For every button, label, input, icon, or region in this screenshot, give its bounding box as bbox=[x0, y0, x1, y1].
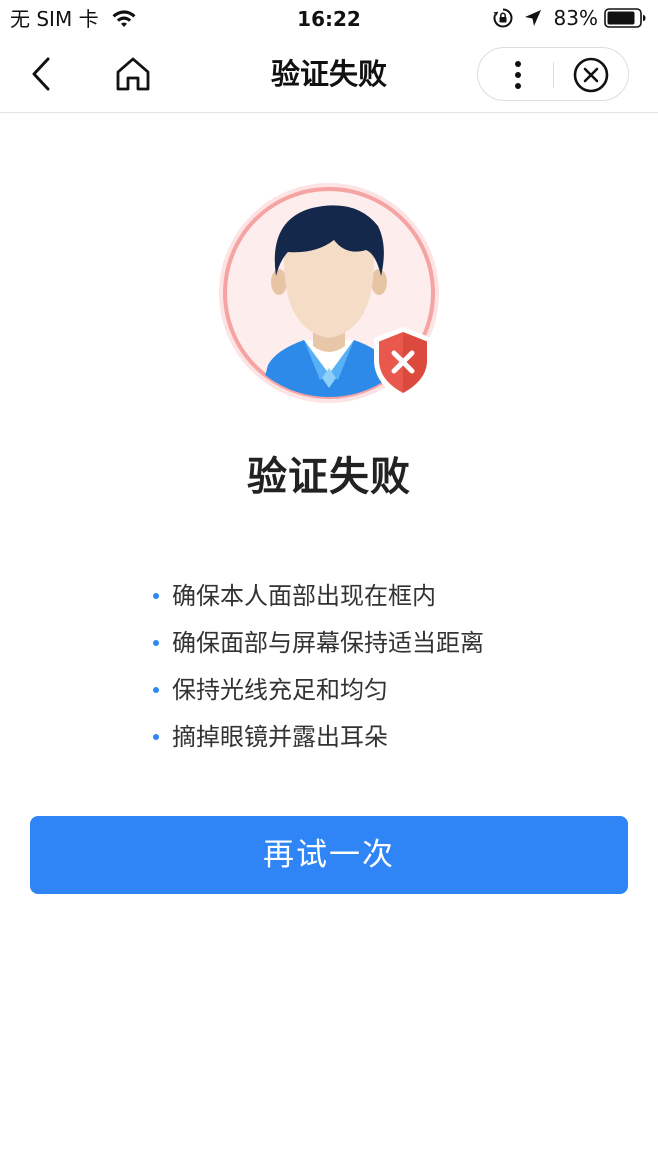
bullet-dot-icon bbox=[153, 593, 159, 599]
tips-list: 确保本人面部出现在框内 确保面部与屏幕保持适当距离 保持光线充足和均匀 摘掉眼镜… bbox=[150, 576, 484, 764]
navigation-bar: 验证失败 bbox=[0, 38, 658, 113]
status-right-group: 83% bbox=[492, 6, 646, 30]
tip-item: 摘掉眼镜并露出耳朵 bbox=[150, 717, 484, 764]
more-vertical-icon[interactable] bbox=[498, 56, 538, 94]
tip-item: 确保面部与屏幕保持适当距离 bbox=[150, 623, 484, 670]
battery-icon bbox=[604, 8, 646, 28]
tip-item: 保持光线充足和均匀 bbox=[150, 670, 484, 717]
bullet-dot-icon bbox=[153, 687, 159, 693]
face-avatar-error-illustration bbox=[219, 183, 439, 403]
bullet-dot-icon bbox=[153, 640, 159, 646]
close-circle-icon[interactable] bbox=[572, 56, 610, 94]
error-shield-icon bbox=[374, 327, 432, 399]
status-bar: 无 SIM 卡 16:22 83% bbox=[0, 0, 658, 38]
result-title: 验证失败 bbox=[247, 454, 411, 500]
tip-text: 确保本人面部出现在框内 bbox=[172, 582, 436, 610]
tip-item: 确保本人面部出现在框内 bbox=[150, 576, 484, 623]
battery-percentage: 83% bbox=[553, 6, 598, 30]
orientation-lock-icon bbox=[493, 8, 512, 28]
retry-button[interactable]: 再试一次 bbox=[30, 816, 628, 894]
tip-text: 确保面部与屏幕保持适当距离 bbox=[172, 629, 484, 657]
tip-text: 保持光线充足和均匀 bbox=[172, 676, 388, 704]
mini-program-capsule bbox=[477, 47, 629, 101]
tip-text: 摘掉眼镜并露出耳朵 bbox=[172, 723, 388, 751]
capsule-divider bbox=[553, 62, 554, 88]
bullet-dot-icon bbox=[153, 734, 159, 740]
location-arrow-icon bbox=[524, 10, 541, 26]
